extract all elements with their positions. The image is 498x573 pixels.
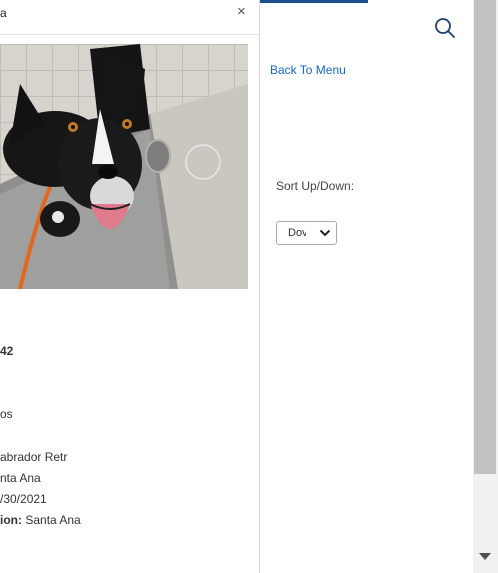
panel-title: a: [0, 6, 7, 20]
scrollbar-thumb[interactable]: [474, 0, 496, 474]
search-icon: [435, 18, 455, 38]
search-button[interactable]: [434, 17, 456, 39]
active-tab-indicator: [260, 0, 368, 3]
chevron-down-icon: [319, 229, 331, 237]
sort-label: Sort Up/Down:: [276, 179, 355, 193]
pet-photo-image: [0, 44, 248, 289]
back-to-menu-link[interactable]: Back To Menu: [270, 63, 346, 77]
pet-location: ion: Santa Ana: [0, 513, 81, 527]
scrollbar[interactable]: [473, 0, 498, 573]
close-button[interactable]: ×: [237, 4, 246, 20]
pet-details-panel: a × 42 os abrador Retr nta Ana /30/2021 …: [0, 0, 260, 573]
sidebar: Back To Menu Sort Up/Down: Dov: [260, 0, 472, 573]
sort-select[interactable]: Dov: [276, 221, 337, 245]
pet-shelter: nta Ana: [0, 471, 41, 485]
pet-intake-date: /30/2021: [0, 492, 47, 506]
pet-location-label: ion:: [0, 513, 22, 527]
pet-location-value: Santa Ana: [25, 513, 81, 527]
scroll-down-arrow-icon[interactable]: [479, 553, 491, 560]
pet-breed: abrador Retr: [0, 450, 68, 464]
sort-select-value: Dov: [288, 227, 306, 239]
pet-age: os: [0, 407, 13, 421]
pet-id: 42: [0, 344, 14, 358]
panel-header: a ×: [0, 0, 259, 35]
pet-photo: [0, 44, 248, 289]
